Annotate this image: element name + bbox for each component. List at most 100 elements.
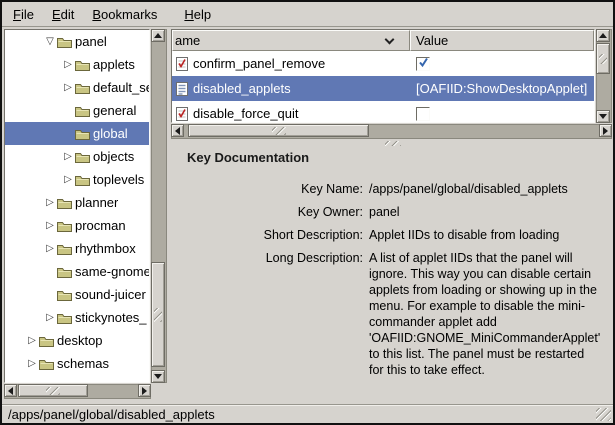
expander-closed-icon[interactable]: ▷ xyxy=(61,175,75,185)
tree-item-general[interactable]: general xyxy=(5,99,149,122)
scroll-left-button[interactable] xyxy=(171,124,184,137)
arrow-left-icon xyxy=(4,387,13,395)
menu-bookmarks[interactable]: Bookmarks xyxy=(83,4,166,25)
statusbar: /apps/panel/global/disabled_applets xyxy=(2,404,613,423)
scroll-right-button[interactable] xyxy=(599,124,612,137)
scrollbar-thumb[interactable] xyxy=(596,43,610,74)
expander-closed-icon[interactable]: ▷ xyxy=(25,336,39,346)
scroll-down-button[interactable] xyxy=(596,110,610,123)
short-description-value: Applet IIDs to disable from loading xyxy=(369,227,601,243)
tree-item-objects[interactable]: ▷ objects xyxy=(5,145,149,168)
table-row[interactable]: disable_force_quit xyxy=(172,101,594,123)
table-row-selected[interactable]: disabled_applets [OAFIID:ShowDesktopAppl… xyxy=(172,76,594,101)
expander-closed-icon[interactable]: ▷ xyxy=(61,83,75,93)
boolean-key-icon xyxy=(176,106,193,121)
long-description-value: A list of applet IIDs that the panel wil… xyxy=(369,250,601,378)
arrow-down-icon xyxy=(599,114,607,123)
value-checkbox-checked[interactable] xyxy=(416,57,430,71)
menu-edit[interactable]: Edit xyxy=(43,4,83,25)
tree-item-schemas[interactable]: ▷ schemas xyxy=(5,352,149,375)
arrow-up-icon xyxy=(599,29,607,38)
tree-item-toplevels[interactable]: ▷ toplevels xyxy=(5,168,149,191)
main-area: ▽ panel ▷ applets ▷ default_se xyxy=(2,27,613,404)
list-key-icon xyxy=(176,81,193,96)
scroll-up-button[interactable] xyxy=(151,29,165,42)
tree-item-desktop[interactable]: ▷ desktop xyxy=(5,329,149,352)
folder-icon xyxy=(75,105,92,117)
key-documentation-panel: Key Documentation Key Name: /apps/panel/… xyxy=(171,148,611,404)
statusbar-path: /apps/panel/global/disabled_applets xyxy=(8,407,215,422)
tree-item-procman[interactable]: ▷ procman xyxy=(5,214,149,237)
scroll-right-button[interactable] xyxy=(138,384,151,397)
expander-closed-icon[interactable]: ▷ xyxy=(61,60,75,70)
tree-item-planner[interactable]: ▷ planner xyxy=(5,191,149,214)
tree-item-stickynotes[interactable]: ▷ stickynotes_ xyxy=(5,306,149,329)
scroll-down-button[interactable] xyxy=(151,370,165,383)
folder-icon xyxy=(57,289,74,301)
table-header: ame Value xyxy=(172,30,594,51)
arrow-right-icon xyxy=(142,387,151,395)
tree-item-sound-juicer[interactable]: sound-juicer xyxy=(5,283,149,306)
pane-splitter-handle[interactable] xyxy=(385,141,401,146)
check-icon xyxy=(418,57,429,71)
menu-help[interactable]: Help xyxy=(175,4,220,25)
gconf-editor-window: File Edit Bookmarks Help ▽ panel ▷ apple… xyxy=(0,0,615,425)
scrollbar-thumb[interactable] xyxy=(151,262,165,367)
column-header-name[interactable]: ame xyxy=(172,30,410,51)
long-description-label: Long Description: xyxy=(187,250,363,378)
expander-closed-icon[interactable]: ▷ xyxy=(43,221,57,231)
tree-item-same-gnome[interactable]: same-gnome xyxy=(5,260,149,283)
folder-icon xyxy=(57,197,74,209)
folder-icon xyxy=(39,335,56,347)
expander-closed-icon[interactable]: ▷ xyxy=(25,359,39,369)
key-table: ame Value confirm_panel_remove xyxy=(171,29,595,123)
tree-vertical-scrollbar[interactable] xyxy=(151,29,167,383)
folder-icon xyxy=(75,82,92,94)
config-tree: ▽ panel ▷ applets ▷ default_se xyxy=(4,29,150,383)
scroll-left-button[interactable] xyxy=(4,384,17,397)
menu-file[interactable]: File xyxy=(4,4,43,25)
key-name-label: Key Name: xyxy=(187,181,363,197)
scroll-up-button[interactable] xyxy=(596,29,610,42)
folder-icon xyxy=(57,312,74,324)
short-description-label: Short Description: xyxy=(187,227,363,243)
docs-title: Key Documentation xyxy=(187,150,601,165)
table-horizontal-scrollbar[interactable] xyxy=(171,124,612,139)
key-owner-label: Key Owner: xyxy=(187,204,363,220)
key-owner-value: panel xyxy=(369,204,601,220)
value-checkbox-unchecked[interactable] xyxy=(416,107,430,121)
expander-closed-icon[interactable]: ▷ xyxy=(43,313,57,323)
table-vertical-scrollbar[interactable] xyxy=(596,29,612,123)
folder-icon xyxy=(57,220,74,232)
arrow-up-icon xyxy=(154,29,162,38)
scrollbar-thumb[interactable] xyxy=(188,124,369,137)
expander-closed-icon[interactable]: ▷ xyxy=(43,198,57,208)
folder-icon xyxy=(75,128,92,140)
table-row[interactable]: confirm_panel_remove xyxy=(172,51,594,76)
folder-icon xyxy=(57,243,74,255)
folder-icon xyxy=(57,36,74,48)
sort-indicator-icon xyxy=(385,35,395,45)
arrow-right-icon xyxy=(603,127,612,135)
boolean-key-icon xyxy=(176,56,193,71)
column-header-value[interactable]: Value xyxy=(410,30,594,51)
tree-item-panel[interactable]: ▽ panel xyxy=(5,30,149,53)
expander-closed-icon[interactable]: ▷ xyxy=(61,152,75,162)
folder-icon xyxy=(75,174,92,186)
folder-icon xyxy=(39,358,56,370)
tree-horizontal-scrollbar[interactable] xyxy=(4,384,151,399)
folder-icon xyxy=(75,151,92,163)
tree-item-applets[interactable]: ▷ applets xyxy=(5,53,149,76)
value-cell[interactable]: [OAFIID:ShowDesktopApplet] xyxy=(410,81,594,96)
tree-item-default-setup[interactable]: ▷ default_se xyxy=(5,76,149,99)
expander-closed-icon[interactable]: ▷ xyxy=(43,244,57,254)
arrow-down-icon xyxy=(154,374,162,383)
resize-grip[interactable] xyxy=(596,408,611,421)
scrollbar-thumb[interactable] xyxy=(18,384,88,397)
tree-item-rhythmbox[interactable]: ▷ rhythmbox xyxy=(5,237,149,260)
tree-item-global-selected[interactable]: global xyxy=(5,122,149,145)
expander-open-icon[interactable]: ▽ xyxy=(43,37,57,47)
folder-icon xyxy=(57,266,74,278)
folder-icon xyxy=(75,59,92,71)
key-name-value: /apps/panel/global/disabled_applets xyxy=(369,181,601,197)
